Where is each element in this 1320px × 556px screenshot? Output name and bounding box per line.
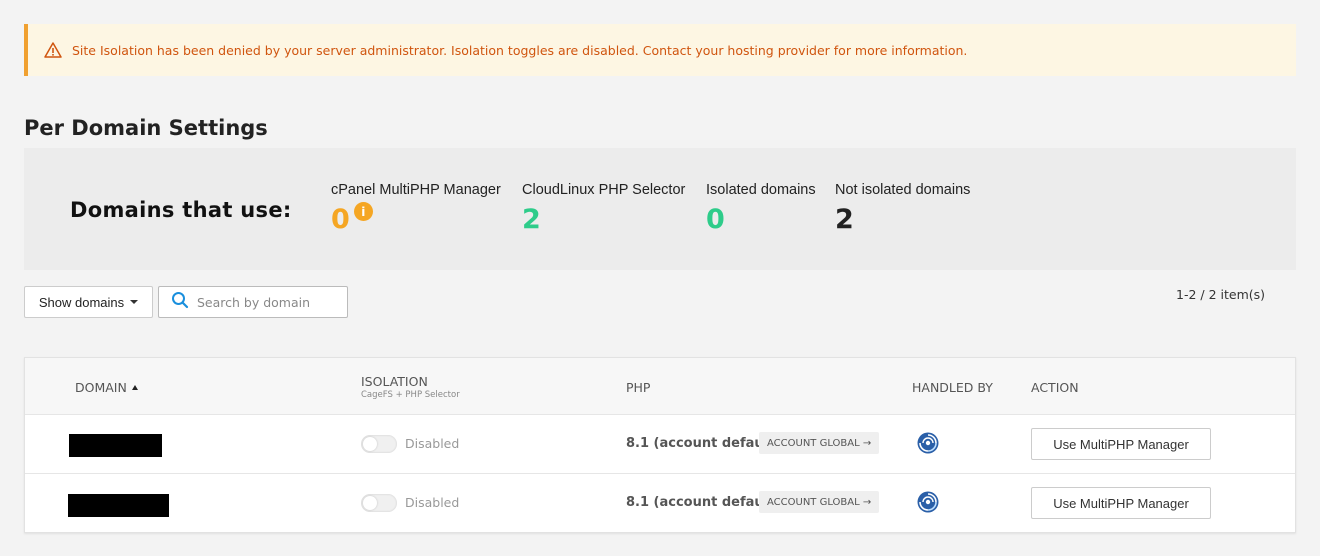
table-header: DOMAIN ISOLATION CageFS + PHP Selector P…	[25, 358, 1295, 415]
isolation-denied-alert: Site Isolation has been denied by your s…	[24, 24, 1296, 76]
show-domains-dropdown[interactable]: Show domains	[24, 286, 153, 318]
domains-table: DOMAIN ISOLATION CageFS + PHP Selector P…	[24, 357, 1296, 533]
stat-value: 0	[706, 204, 725, 235]
isolation-state: Disabled	[405, 495, 460, 510]
isolation-state: Disabled	[405, 436, 460, 451]
cloudlinux-icon	[916, 490, 940, 514]
stat-isolated: Isolated domains 0	[706, 182, 816, 235]
account-global-link[interactable]: ACCOUNT GLOBAL →	[759, 432, 880, 454]
page-title: Per Domain Settings	[24, 116, 268, 140]
redacted-domain	[69, 434, 162, 457]
alert-message: Site Isolation has been denied by your s…	[72, 42, 968, 58]
stat-value: 2	[835, 204, 854, 235]
stat-label: cPanel MultiPHP Manager	[331, 182, 501, 198]
search-box[interactable]	[158, 286, 348, 318]
use-multiphp-manager-button[interactable]: Use MultiPHP Manager	[1031, 487, 1211, 519]
php-version: 8.1 (account default)	[626, 495, 781, 510]
table-row: Disabled 8.1 (account default) ACCOUNT G…	[25, 474, 1295, 533]
stat-not-isolated: Not isolated domains 2	[835, 182, 970, 235]
caret-down-icon	[130, 300, 139, 304]
cloudlinux-icon	[916, 431, 940, 455]
column-isolation-label: ISOLATION	[361, 374, 428, 389]
account-global-link[interactable]: ACCOUNT GLOBAL →	[759, 491, 880, 513]
php-version: 8.1 (account default)	[626, 436, 781, 451]
redacted-domain	[68, 494, 169, 517]
column-isolation-subtitle: CageFS + PHP Selector	[361, 390, 460, 400]
column-domain[interactable]: DOMAIN	[75, 380, 138, 395]
column-isolation: ISOLATION CageFS + PHP Selector	[361, 374, 460, 400]
column-domain-label: DOMAIN	[75, 380, 127, 395]
stat-label: CloudLinux PHP Selector	[522, 182, 686, 198]
domains-summary: Domains that use: cPanel MultiPHP Manage…	[24, 148, 1296, 270]
summary-lead: Domains that use:	[70, 198, 292, 222]
stat-value: 2	[522, 204, 541, 235]
use-multiphp-manager-button[interactable]: Use MultiPHP Manager	[1031, 428, 1211, 460]
stat-label: Not isolated domains	[835, 182, 971, 198]
column-action: ACTION	[1031, 380, 1079, 395]
column-php: PHP	[626, 380, 651, 395]
sort-asc-icon	[131, 385, 138, 390]
column-handled-by: HANDLED BY	[912, 380, 993, 395]
stat-php-selector: CloudLinux PHP Selector 2	[522, 182, 685, 235]
stat-value: 0	[331, 204, 350, 235]
search-icon	[171, 291, 189, 313]
stat-label: Isolated domains	[706, 182, 816, 198]
warning-icon	[44, 41, 62, 59]
info-icon[interactable]: i	[353, 202, 373, 221]
table-row: Disabled 8.1 (account default) ACCOUNT G…	[25, 415, 1295, 474]
show-domains-label: Show domains	[38, 294, 125, 310]
pagination-info: 1-2 / 2 item(s)	[1176, 287, 1266, 302]
stat-multiphp: cPanel MultiPHP Manager 0 i	[331, 182, 501, 235]
search-input[interactable]	[197, 294, 337, 310]
isolation-toggle[interactable]	[361, 435, 397, 453]
isolation-toggle[interactable]	[361, 494, 397, 512]
